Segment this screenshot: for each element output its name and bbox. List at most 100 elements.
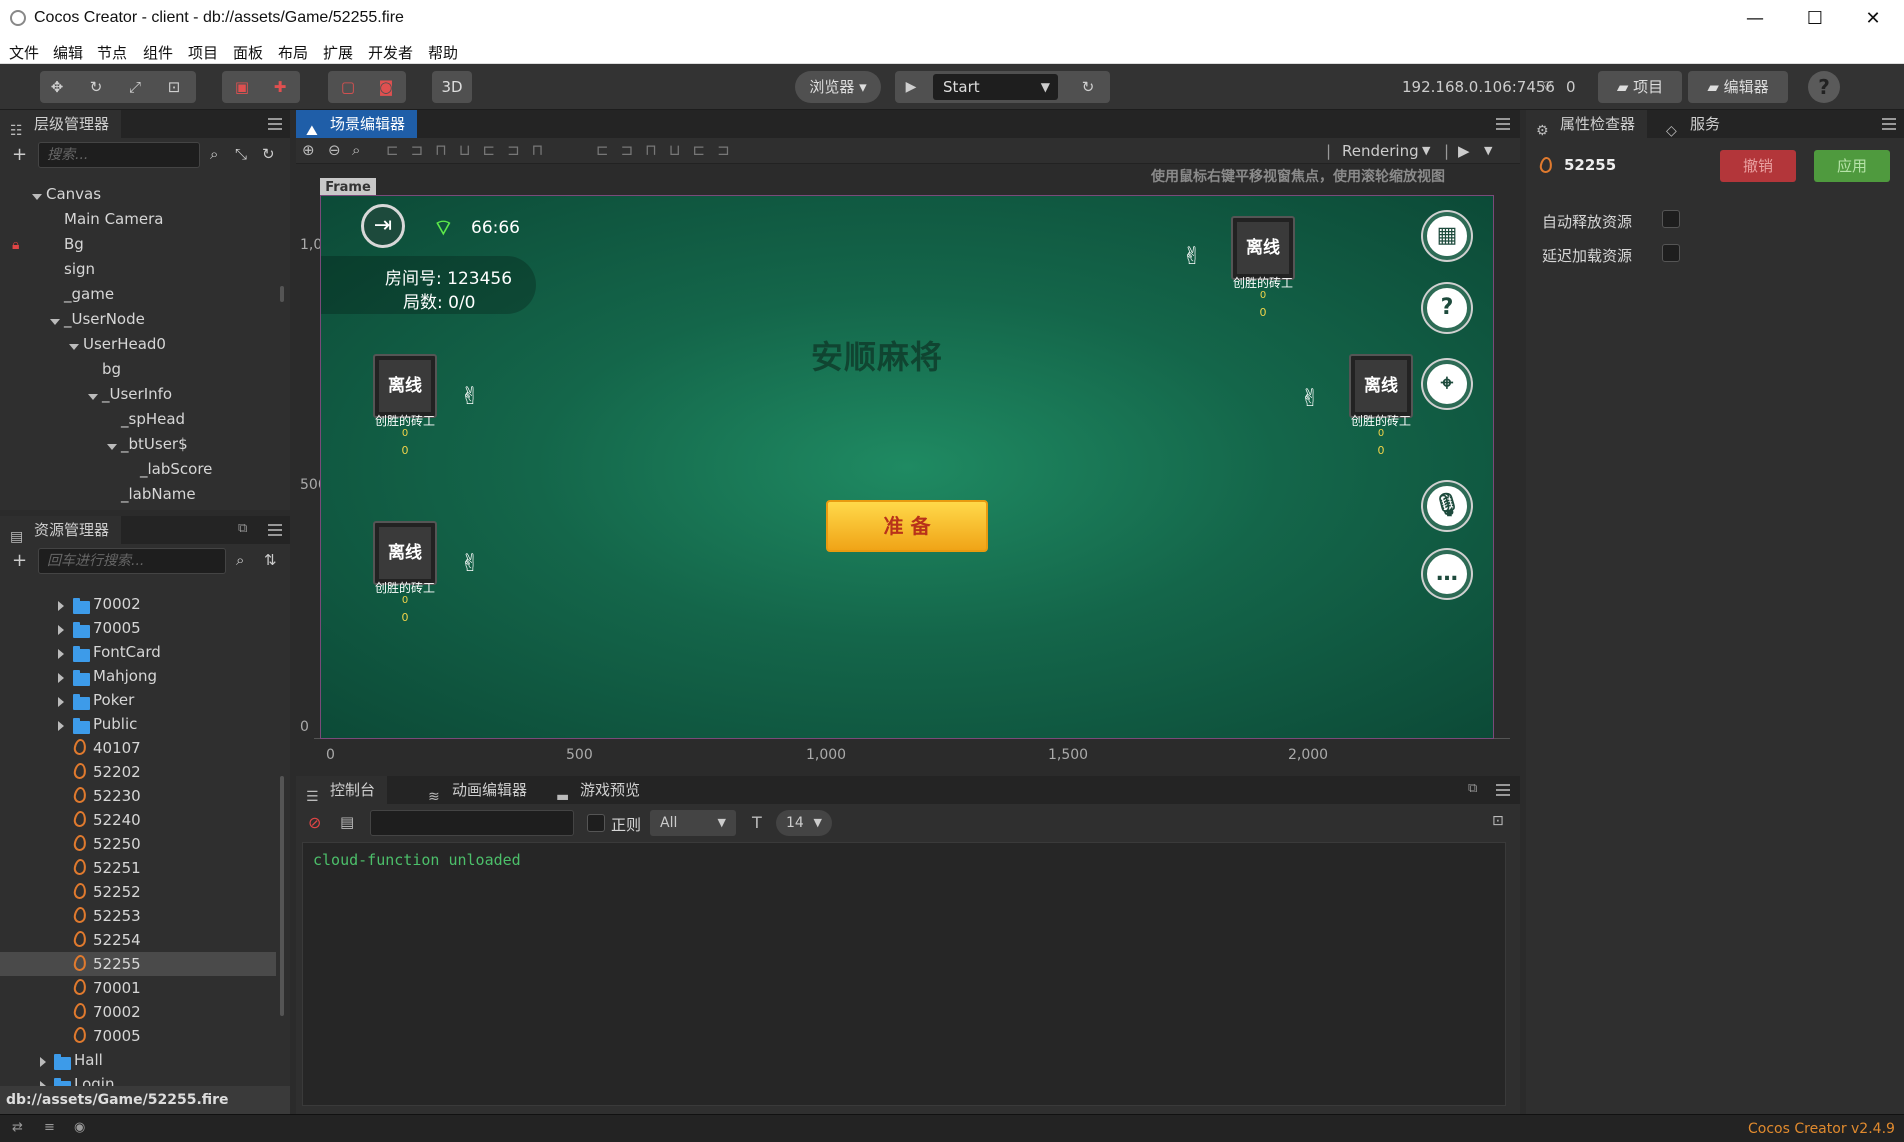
expand-arrow-icon[interactable] <box>58 673 64 683</box>
asset-item[interactable]: 52230 <box>93 784 141 809</box>
open-project-button[interactable]: ▰ 项目 <box>1598 71 1682 103</box>
expand-arrow-icon[interactable] <box>69 344 79 350</box>
menu-developer[interactable]: 开发者 <box>368 42 413 63</box>
asset-item[interactable]: Public <box>93 712 137 737</box>
popout-icon[interactable]: ⧉ <box>238 521 247 536</box>
menu-grid-button[interactable]: ▦ <box>1423 212 1471 260</box>
tree-node[interactable]: sign <box>64 257 95 282</box>
toggle-3d-button[interactable]: 3D <box>432 71 472 103</box>
player-avatar[interactable]: 离线 <box>373 354 437 418</box>
panel-menu-icon[interactable] <box>268 524 282 536</box>
asset-item[interactable]: 70002 <box>93 1000 141 1025</box>
center-icon[interactable]: ✚ <box>264 71 296 103</box>
menu-file[interactable]: 文件 <box>9 42 39 63</box>
menu-layout[interactable]: 布局 <box>278 42 308 63</box>
auto-release-checkbox[interactable] <box>1662 210 1680 228</box>
asset-item[interactable]: 52251 <box>93 856 141 881</box>
rect-tool-icon[interactable]: ⊡ <box>158 71 190 103</box>
add-node-icon[interactable]: + <box>12 144 27 165</box>
tree-node[interactable]: offline <box>112 507 159 510</box>
search-icon[interactable]: ⌕ <box>236 551 244 569</box>
expand-arrow-icon[interactable] <box>107 444 117 450</box>
panel-menu-icon[interactable] <box>1496 118 1510 130</box>
help-button[interactable]: ? <box>1808 71 1840 103</box>
asset-item[interactable]: 70002 <box>93 592 141 617</box>
menu-component[interactable]: 组件 <box>143 42 173 63</box>
revert-button[interactable]: 撤销 <box>1720 150 1796 182</box>
tree-node[interactable]: _UserInfo <box>102 382 172 407</box>
collapse-icon[interactable]: ⤡ <box>235 145 247 163</box>
expand-arrow-icon[interactable] <box>40 1057 46 1067</box>
menu-edit[interactable]: 编辑 <box>53 42 83 63</box>
asset-item[interactable]: 52252 <box>93 880 141 905</box>
expand-arrow-icon[interactable] <box>58 649 64 659</box>
global-coord-icon[interactable]: ◙ <box>370 71 402 103</box>
asset-item[interactable]: 52250 <box>93 832 141 857</box>
play-icon[interactable]: ▶ <box>895 71 927 103</box>
move-tool-icon[interactable]: ✥ <box>41 71 73 103</box>
add-asset-icon[interactable]: + <box>12 550 27 571</box>
ready-button[interactable]: 准 备 <box>826 500 988 552</box>
apply-button[interactable]: 应用 <box>1814 150 1890 182</box>
menu-help[interactable]: 帮助 <box>428 42 458 63</box>
search-icon[interactable]: ⌕ <box>210 145 218 163</box>
asset-item[interactable]: FontCard <box>93 640 161 665</box>
tree-node[interactable]: Bg <box>64 232 84 257</box>
expand-arrow-icon[interactable] <box>32 194 42 200</box>
asset-item[interactable]: 52253 <box>93 904 141 929</box>
expand-arrow-icon[interactable] <box>58 721 64 731</box>
menu-panel[interactable]: 面板 <box>233 42 263 63</box>
hierarchy-scrollbar[interactable] <box>280 286 284 302</box>
asset-item-selected[interactable]: 52255 <box>93 952 141 977</box>
tree-node[interactable]: Canvas <box>46 182 101 207</box>
regex-checkbox[interactable] <box>587 814 605 832</box>
tree-node[interactable]: bg <box>102 357 121 382</box>
scene-select[interactable]: Start ▼ <box>933 74 1058 100</box>
tab-console[interactable]: ☰ 控制台 <box>296 776 388 805</box>
game-canvas[interactable]: ⇥ ⌔ 66:66 房间号: 123456 局数: 0/0 安顺麻将 准 备 离… <box>320 195 1494 739</box>
exit-room-button[interactable]: ⇥ <box>361 204 405 248</box>
rendering-select[interactable]: Rendering <box>1342 142 1419 160</box>
expand-arrow-icon[interactable] <box>58 601 64 611</box>
asset-item[interactable]: 70001 <box>93 976 141 1001</box>
refresh-icon[interactable]: ↻ <box>262 145 275 163</box>
expand-arrow-icon[interactable] <box>58 697 64 707</box>
asset-item[interactable]: 70005 <box>93 1024 141 1049</box>
scale-tool-icon[interactable]: ⤢ <box>119 71 151 103</box>
tab-hierarchy[interactable]: ☷ 层级管理器 <box>0 110 122 139</box>
tab-assets[interactable]: ▤ 资源管理器 <box>0 516 122 545</box>
eye-icon[interactable]: ◉ <box>74 1120 85 1135</box>
expand-arrow-icon[interactable] <box>88 394 98 400</box>
asset-item[interactable]: Login <box>74 1072 114 1086</box>
tree-node[interactable]: _UserNode <box>64 307 145 332</box>
pivot-icon[interactable]: ▣ <box>226 71 258 103</box>
help-button[interactable]: ? <box>1423 284 1471 332</box>
assets-search-input[interactable]: 回车进行搜索... <box>38 548 226 574</box>
tab-scene-editor[interactable]: ⛰ 场景编辑器 <box>296 110 418 139</box>
player-avatar[interactable]: 离线 <box>1231 216 1295 280</box>
align-tools-icon[interactable]: ⊏⊐⊓⊔⊏⊐⊓ <box>386 141 555 159</box>
tab-game-preview[interactable]: ▬ 游戏预览 <box>546 776 652 805</box>
clear-console-icon[interactable]: ⊘ <box>308 813 321 832</box>
tree-node[interactable]: Main Camera <box>64 207 163 232</box>
tree-node[interactable]: _spHead <box>121 407 185 432</box>
database-icon[interactable]: ≡ <box>44 1120 55 1135</box>
location-button[interactable]: ⌖ <box>1423 360 1471 408</box>
tree-node[interactable]: _game <box>64 282 114 307</box>
lock-icon[interactable]: 🔒︎ <box>12 237 19 253</box>
hierarchy-search-input[interactable]: 搜索... <box>38 142 200 168</box>
panel-menu-icon[interactable] <box>1496 784 1510 796</box>
collapse-console-icon[interactable]: ⊡ <box>1492 813 1504 829</box>
async-load-checkbox[interactable] <box>1662 244 1680 262</box>
browser-select[interactable]: 浏览器 ▾ <box>795 71 881 103</box>
asset-item[interactable]: Poker <box>93 688 134 713</box>
player-avatar[interactable]: 离线 <box>1349 354 1413 418</box>
menu-project[interactable]: 项目 <box>188 42 218 63</box>
assets-scrollbar[interactable] <box>280 776 284 1016</box>
asset-item[interactable]: 52202 <box>93 760 141 785</box>
open-editor-button[interactable]: ▰ 编辑器 <box>1688 71 1788 103</box>
popout-icon[interactable]: ⧉ <box>1468 781 1477 796</box>
tree-node[interactable]: _labName <box>121 482 196 507</box>
chat-button[interactable]: … <box>1423 550 1471 598</box>
rotate-tool-icon[interactable]: ↻ <box>80 71 112 103</box>
